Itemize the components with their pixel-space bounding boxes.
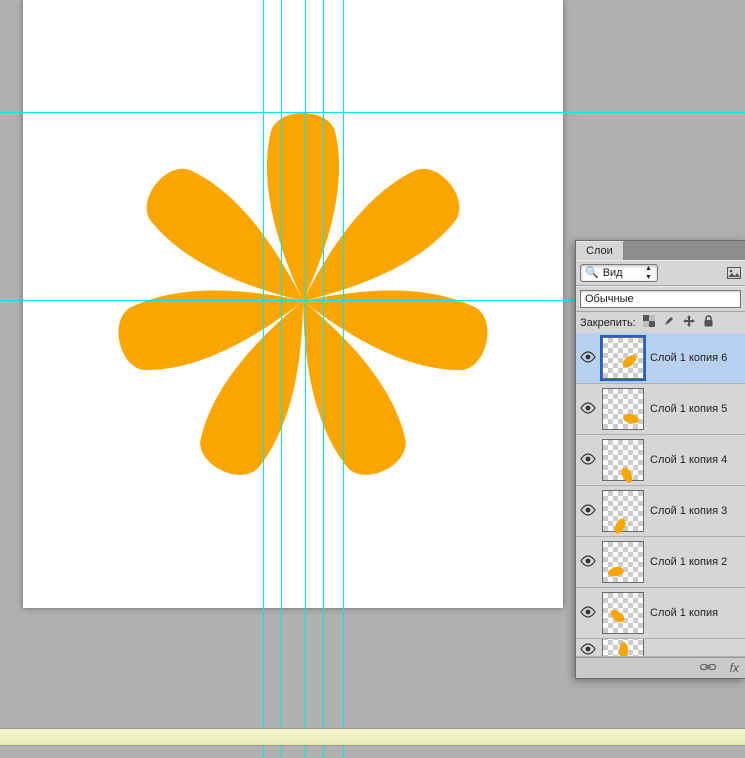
search-icon: 🔍 (585, 268, 599, 279)
guide-vertical[interactable] (343, 0, 344, 758)
layer-name-label[interactable]: Слой 1 копия 5 (650, 403, 741, 415)
panel-status-bar: fx (576, 657, 745, 678)
layer-thumbnail[interactable] (602, 337, 644, 379)
panel-tab-bar: Слои (576, 241, 745, 260)
guide-vertical[interactable] (263, 0, 264, 758)
layer-name-label[interactable]: Слой 1 копия 4 (650, 454, 741, 466)
visibility-eye-icon[interactable] (580, 452, 596, 468)
layer-thumbnail[interactable] (602, 490, 644, 532)
layers-panel: Слои 🔍 Вид Обычные Закрепить: (575, 240, 745, 679)
visibility-eye-icon[interactable] (580, 350, 596, 366)
visibility-eye-icon[interactable] (580, 605, 596, 621)
lock-move-icon[interactable] (682, 315, 696, 330)
fx-icon[interactable]: fx (730, 661, 739, 675)
blend-mode-value: Обычные (585, 293, 634, 305)
guide-vertical[interactable] (281, 0, 282, 758)
layer-name-label[interactable]: Слой 1 копия (650, 607, 741, 619)
lock-all-icon[interactable] (702, 315, 716, 330)
blend-mode-dropdown[interactable]: Обычные (580, 290, 741, 308)
layer-thumbnail[interactable] (602, 639, 644, 657)
layer-thumbnail[interactable] (602, 592, 644, 634)
guide-vertical[interactable] (305, 0, 306, 758)
layers-tab[interactable]: Слои (576, 241, 624, 260)
canvas[interactable] (23, 0, 563, 608)
layer-name-label[interactable]: Слой 1 копия 2 (650, 556, 741, 568)
guide-vertical[interactable] (323, 0, 324, 758)
layer-filter-dropdown[interactable]: 🔍 Вид (580, 264, 658, 282)
ruler-bottom (0, 728, 745, 746)
layer-thumbnail[interactable] (602, 388, 644, 430)
filter-label: Вид (603, 267, 641, 279)
visibility-eye-icon[interactable] (580, 642, 596, 658)
layer-row[interactable]: Слой 1 копия 2 (576, 537, 745, 588)
lock-brush-icon[interactable] (662, 315, 676, 330)
layer-row[interactable]: Слой 1 копия (576, 588, 745, 639)
layer-thumbnail[interactable] (602, 439, 644, 481)
layer-row[interactable]: Слой 1 копия 3 (576, 486, 745, 537)
layer-name-label[interactable]: Слой 1 копия 3 (650, 505, 741, 517)
panel-landscape-icon[interactable] (727, 266, 741, 280)
chevron-updown-icon (645, 267, 653, 279)
filter-section: 🔍 Вид (576, 260, 745, 286)
lock-row: Закрепить: (576, 312, 745, 333)
lock-label: Закрепить: (580, 317, 636, 329)
visibility-eye-icon[interactable] (580, 401, 596, 417)
visibility-eye-icon[interactable] (580, 503, 596, 519)
blend-section: Обычные (576, 286, 745, 312)
link-layers-icon[interactable] (700, 661, 716, 675)
layer-row[interactable]: Слой 1 копия 6 (576, 333, 745, 384)
layer-row[interactable] (576, 639, 745, 657)
guide-horizontal[interactable] (0, 112, 745, 113)
layers-list: Слой 1 копия 6 Слой 1 копия 5 Слой 1 копия… (576, 333, 745, 657)
layer-row[interactable]: Слой 1 копия 5 (576, 384, 745, 435)
visibility-eye-icon[interactable] (580, 554, 596, 570)
lock-pixels-icon[interactable] (642, 315, 656, 330)
layer-name-label[interactable]: Слой 1 копия 6 (650, 352, 741, 364)
layer-thumbnail[interactable] (602, 541, 644, 583)
layer-row[interactable]: Слой 1 копия 4 (576, 435, 745, 486)
